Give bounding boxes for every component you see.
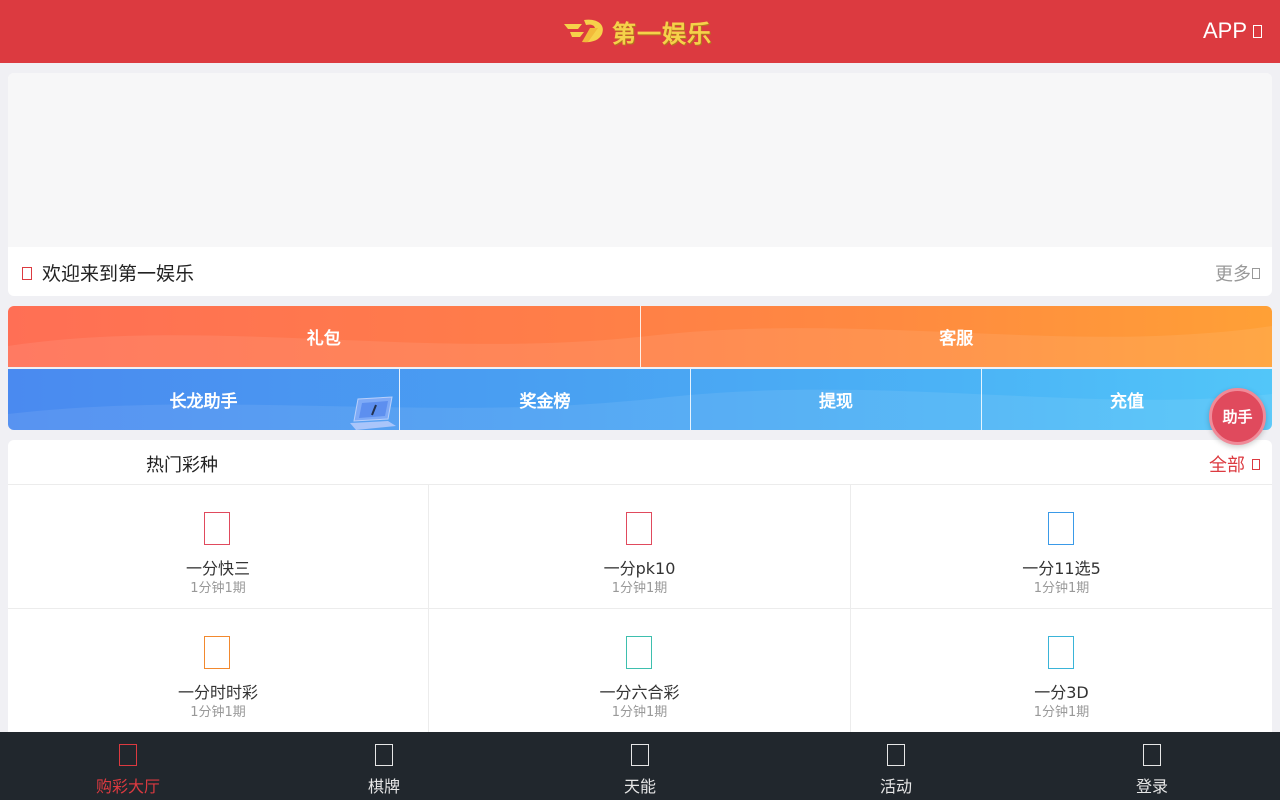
laptop-icon bbox=[350, 396, 396, 430]
lottery-item[interactable]: 一分时时彩 1分钟1期 bbox=[8, 609, 429, 732]
site-logo[interactable]: 第一娱乐 bbox=[562, 14, 712, 48]
top-header: 第一娱乐 APP bbox=[0, 0, 1280, 63]
lottery-name: 一分快三 bbox=[185, 559, 250, 578]
tab-lottery-hall[interactable]: 购彩大厅 bbox=[0, 732, 256, 800]
recharge-label: 充值 bbox=[1110, 392, 1144, 412]
lottery-icon bbox=[204, 636, 230, 669]
gift-button[interactable]: 礼包 bbox=[8, 306, 640, 367]
lottery-icon bbox=[1047, 636, 1074, 669]
app-download-link[interactable]: APP bbox=[1203, 18, 1262, 44]
lottery-item[interactable]: 一分11选5 1分钟1期 bbox=[851, 485, 1272, 609]
lottery-hall-icon bbox=[119, 744, 137, 766]
tab-label: 活动 bbox=[879, 777, 912, 796]
bottom-tab-bar: 购彩大厅 棋牌 天能 活动 登录 bbox=[0, 732, 1280, 800]
tab-label: 登录 bbox=[1135, 777, 1168, 796]
gift-label: 礼包 bbox=[306, 329, 341, 349]
tab-login[interactable]: 登录 bbox=[1024, 732, 1280, 800]
lottery-icon bbox=[625, 636, 652, 669]
lottery-item[interactable]: 一分快三 1分钟1期 bbox=[8, 485, 429, 609]
tab-label: 天能 bbox=[623, 777, 656, 796]
tab-label: 购彩大厅 bbox=[95, 777, 160, 796]
lottery-name: 一分11选5 bbox=[1022, 559, 1101, 578]
long-dragon-label: 长龙助手 bbox=[169, 392, 238, 412]
logo-text: 第一娱乐 bbox=[612, 19, 712, 48]
lottery-item[interactable]: 一分六合彩 1分钟1期 bbox=[429, 609, 851, 732]
customer-service-button[interactable]: 客服 bbox=[639, 306, 1273, 367]
lottery-icon bbox=[1047, 512, 1074, 545]
notice-icon bbox=[22, 267, 32, 280]
lottery-name: 一分时时彩 bbox=[177, 683, 258, 702]
helper-float-button[interactable]: 助手 bbox=[1209, 388, 1266, 445]
tab-events[interactable]: 活动 bbox=[768, 732, 1024, 800]
lottery-frequency: 1分钟1期 bbox=[611, 705, 668, 720]
lottery-frequency: 1分钟1期 bbox=[190, 705, 246, 720]
quick-actions-row-2: 长龙助手 奖金榜 提现 充值 bbox=[8, 369, 1272, 430]
lottery-item[interactable]: 一分pk10 1分钟1期 bbox=[429, 485, 851, 609]
tab-cards[interactable]: 棋牌 bbox=[256, 732, 512, 800]
power-icon bbox=[631, 744, 649, 766]
withdraw-button[interactable]: 提现 bbox=[690, 369, 981, 430]
lottery-name: 一分六合彩 bbox=[599, 683, 680, 702]
app-label: APP bbox=[1202, 18, 1247, 43]
withdraw-label: 提现 bbox=[819, 392, 853, 412]
quick-actions-row-1: 礼包 客服 bbox=[8, 306, 1272, 367]
login-icon bbox=[1143, 744, 1161, 766]
hot-lotteries-card: 热门彩种 全部 一分快三 1分钟1期 一分pk10 1分钟1期 一分11选5 1… bbox=[8, 440, 1272, 732]
customer-service-label: 客服 bbox=[939, 329, 974, 349]
notice-more-link[interactable]: 更多 bbox=[1215, 260, 1260, 286]
lottery-grid: 一分快三 1分钟1期 一分pk10 1分钟1期 一分11选5 1分钟1期 一分时… bbox=[8, 485, 1272, 732]
chevron-right-icon bbox=[1252, 458, 1260, 470]
lottery-name: 一分pk10 bbox=[603, 559, 676, 578]
download-icon bbox=[1253, 24, 1262, 38]
long-dragon-helper-button[interactable]: 长龙助手 bbox=[8, 369, 399, 430]
prize-ranking-label: 奖金榜 bbox=[519, 392, 571, 412]
notice-text: 欢迎来到第一娱乐 bbox=[42, 263, 195, 285]
lottery-frequency: 1分钟1期 bbox=[190, 581, 246, 596]
lottery-name: 一分3D bbox=[1034, 683, 1089, 702]
lottery-frequency: 1分钟1期 bbox=[1033, 581, 1090, 596]
tab-label: 棋牌 bbox=[367, 777, 400, 796]
tab-power[interactable]: 天能 bbox=[512, 732, 768, 800]
swoosh-logo-icon bbox=[564, 19, 603, 43]
cards-icon bbox=[375, 744, 393, 766]
lottery-frequency: 1分钟1期 bbox=[1033, 705, 1090, 720]
lottery-item[interactable]: 一分3D 1分钟1期 bbox=[851, 609, 1272, 732]
banner-carousel[interactable] bbox=[8, 73, 1272, 247]
prize-ranking-button[interactable]: 奖金榜 bbox=[399, 369, 690, 430]
lottery-frequency: 1分钟1期 bbox=[611, 581, 668, 596]
more-label: 更多 bbox=[1215, 264, 1251, 285]
hot-lotteries-header: 热门彩种 全部 bbox=[8, 440, 1272, 485]
view-all-label: 全部 bbox=[1209, 455, 1245, 476]
chevron-right-icon bbox=[1252, 267, 1260, 279]
helper-label: 助手 bbox=[1222, 408, 1253, 426]
view-all-link[interactable]: 全部 bbox=[1209, 451, 1260, 477]
notice-bar[interactable]: 欢迎来到第一娱乐 更多 bbox=[8, 247, 1272, 296]
lottery-icon bbox=[625, 512, 652, 545]
section-title: 热门彩种 bbox=[146, 455, 218, 476]
lottery-icon bbox=[204, 512, 230, 545]
banner-card: 欢迎来到第一娱乐 更多 bbox=[8, 73, 1272, 296]
events-icon bbox=[887, 744, 905, 766]
